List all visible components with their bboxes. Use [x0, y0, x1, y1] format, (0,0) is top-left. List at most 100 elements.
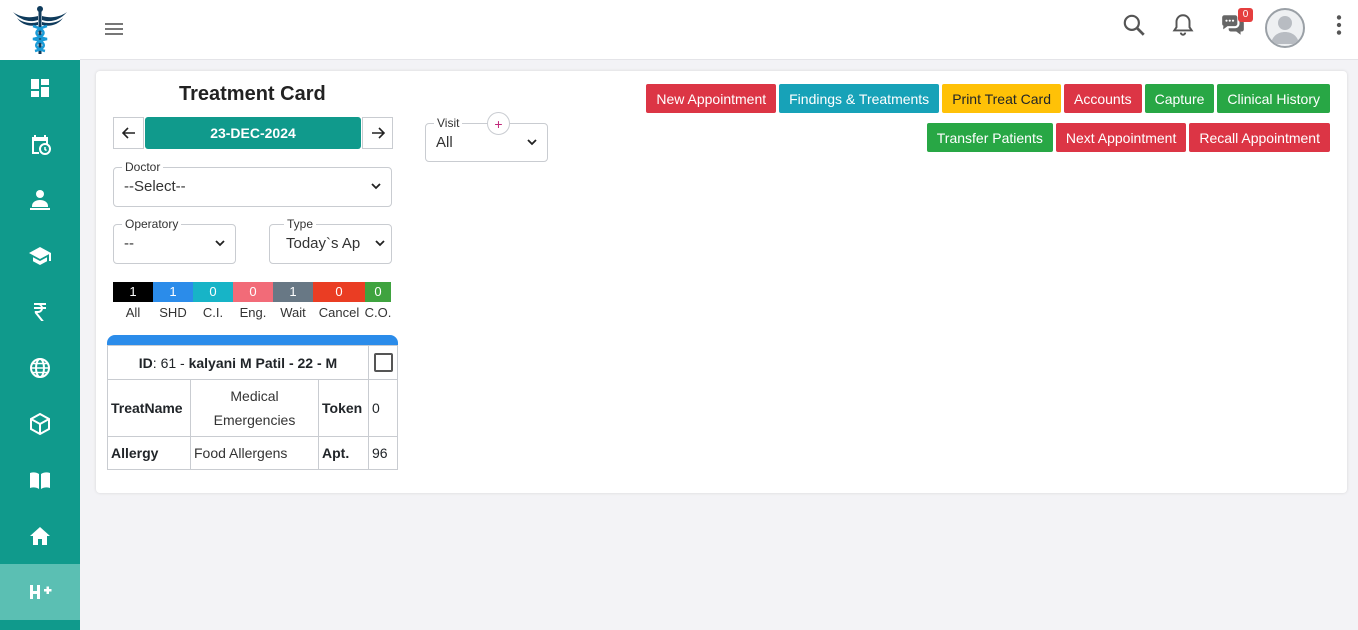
next-appointment-button[interactable]: Next Appointment: [1055, 123, 1187, 152]
allergy-value: Food Allergens: [190, 436, 319, 470]
sidebar-item-dashboard[interactable]: [0, 60, 80, 116]
status-count-number: 1: [273, 282, 313, 302]
chevron-down-icon: [215, 240, 225, 247]
doctor-select[interactable]: --Select--: [124, 174, 381, 198]
status-counts: 1 All 1 SHD 0 C.I. 0 Eng. 1 Wait 0 Cancel 0 C.O.: [113, 282, 391, 320]
visit-select-value: All: [436, 133, 453, 151]
status-count-eng[interactable]: 0 Eng.: [233, 282, 273, 320]
patient-id-value: : 61 -: [152, 354, 189, 371]
status-count-label: C.I.: [202, 305, 224, 320]
patient-id-cell: ID: 61 - kalyani M Patil - 22 - M: [107, 345, 369, 380]
operatory-select[interactable]: --: [124, 231, 225, 255]
graduation-cap-icon: [29, 247, 51, 265]
status-count-label: SHD: [159, 305, 187, 320]
sidebar-item-education[interactable]: [0, 228, 80, 284]
dashboard-icon: [31, 79, 49, 97]
apt-value: 96: [368, 436, 398, 470]
doctor-select-group: Doctor --Select--: [113, 160, 392, 207]
search-icon[interactable]: [1121, 12, 1147, 38]
home-icon: [30, 527, 50, 545]
status-count-number: 0: [365, 282, 391, 302]
status-count-co[interactable]: 0 C.O.: [365, 282, 391, 320]
type-select-group: Type Today`s Ap: [269, 217, 392, 264]
recall-appointment-button[interactable]: Recall Appointment: [1189, 123, 1330, 152]
status-count-shd[interactable]: 1 SHD: [153, 282, 193, 320]
patient-select-checkbox[interactable]: [373, 353, 393, 372]
sidebar-item-hospital[interactable]: [0, 564, 80, 620]
date-picker-button[interactable]: 23-DEC-2024: [145, 117, 361, 149]
patient-id-label: ID: [138, 354, 153, 371]
operatory-select-group: Operatory --: [113, 217, 236, 264]
sidebar-item-patients[interactable]: [0, 172, 80, 228]
status-count-number: 0: [313, 282, 365, 302]
type-select[interactable]: Today`s Ap: [286, 231, 385, 255]
user-avatar[interactable]: [1265, 8, 1305, 48]
caduceus-logo-icon: [13, 6, 67, 54]
token-value: 0: [368, 379, 398, 437]
status-count-label: All: [125, 305, 141, 320]
sidebar-item-library[interactable]: [0, 452, 80, 508]
next-date-button[interactable]: [362, 117, 393, 149]
treat-name-label: TreatName: [107, 379, 191, 437]
token-label: Token: [318, 379, 369, 437]
add-visit-button[interactable]: +: [487, 112, 510, 135]
accounts-button[interactable]: Accounts: [1064, 84, 1142, 113]
operatory-select-value: --: [124, 234, 134, 252]
hamburger-menu-icon[interactable]: [102, 17, 126, 41]
app-logo[interactable]: [0, 0, 80, 60]
findings-and-treatments-button[interactable]: Findings & Treatments: [779, 84, 940, 113]
type-label: Type: [287, 217, 314, 231]
chevron-down-icon: [375, 240, 385, 247]
patient-card-status-bar: [107, 335, 398, 345]
doctor-select-value: --Select--: [124, 177, 186, 195]
visit-select[interactable]: All: [436, 130, 537, 154]
sidebar-item-finance[interactable]: [0, 284, 80, 340]
visit-label: Visit: [437, 116, 460, 130]
status-count-wait[interactable]: 1 Wait: [273, 282, 313, 320]
operatory-label: Operatory: [125, 217, 179, 231]
action-buttons-row-2: Transfer Patients Next Appointment Recall …: [650, 123, 1330, 152]
status-count-label: C.O.: [364, 305, 392, 320]
patient-icon: [30, 190, 50, 210]
calendar-clock-icon: [32, 135, 51, 155]
patient-details-table: ID: 61 - kalyani M Patil - 22 - M TreatN…: [107, 345, 398, 470]
sidebar-item-home[interactable]: [0, 508, 80, 564]
status-count-number: 0: [233, 282, 273, 302]
patient-select-cell: [368, 345, 398, 380]
cube-icon: [30, 412, 50, 436]
date-navigator: 23-DEC-2024: [113, 117, 393, 149]
sidebar-item-inventory[interactable]: [0, 396, 80, 452]
doctor-label: Doctor: [125, 160, 161, 174]
bell-icon[interactable]: [1170, 12, 1196, 38]
chevron-down-icon: [527, 139, 537, 146]
treat-name-value: Medical Emergencies: [190, 379, 319, 437]
globe-icon: [30, 358, 50, 378]
status-count-label: Cancel: [318, 305, 360, 320]
hospital-plus-icon: [30, 585, 52, 599]
status-count-label: Wait: [280, 305, 306, 320]
transfer-patients-button[interactable]: Transfer Patients: [926, 123, 1053, 152]
action-buttons-row-1: New Appointment Findings & Treatments Prin…: [646, 84, 1330, 113]
new-appointment-button[interactable]: New Appointment: [646, 84, 777, 113]
status-count-number: 1: [153, 282, 193, 302]
sidebar: [0, 0, 80, 630]
status-count-ci[interactable]: 0 C.I.: [193, 282, 233, 320]
clinical-history-button[interactable]: Clinical History: [1217, 84, 1330, 113]
status-count-all[interactable]: 1 All: [113, 282, 153, 320]
status-count-cancel[interactable]: 0 Cancel: [313, 282, 365, 320]
rupee-icon: [34, 303, 46, 321]
type-select-value: Today`s Ap: [286, 234, 360, 252]
capture-button[interactable]: Capture: [1144, 84, 1215, 113]
page-title: Treatment Card: [179, 83, 326, 105]
print-treat-card-button[interactable]: Print Treat Card: [942, 84, 1062, 113]
arrow-left-icon: [121, 127, 135, 139]
sidebar-item-web[interactable]: [0, 340, 80, 396]
status-count-number: 0: [193, 282, 233, 302]
previous-date-button[interactable]: [113, 117, 144, 149]
sidebar-item-appointments[interactable]: [0, 116, 80, 172]
status-count-number: 1: [113, 282, 153, 302]
book-icon: [30, 472, 50, 489]
status-count-label: Eng.: [239, 305, 267, 320]
more-options-icon[interactable]: [1326, 12, 1352, 38]
patient-card[interactable]: ID: 61 - kalyani M Patil - 22 - M TreatN…: [107, 335, 398, 470]
